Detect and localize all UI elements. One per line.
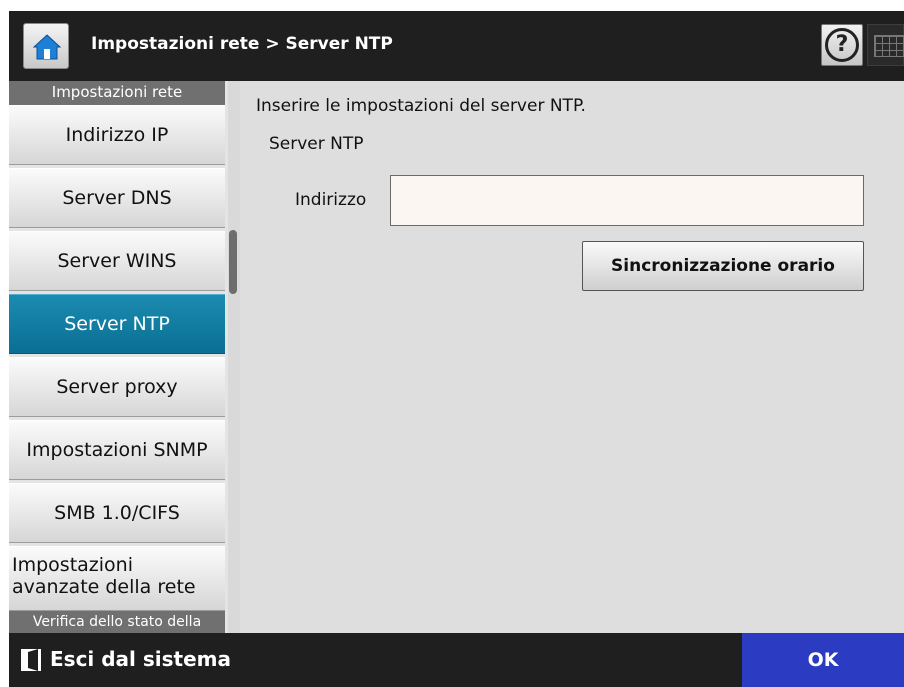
help-button[interactable]: ? — [821, 24, 863, 66]
logout-label: Esci dal sistema — [50, 647, 231, 671]
sidebar-item-server-ntp[interactable]: Server NTP — [9, 294, 225, 354]
instructions-text: Inserire le impostazioni del server NTP. — [256, 96, 586, 116]
ok-button[interactable]: OK — [742, 633, 904, 687]
sidebar-group-header-next: Verifica dello stato della — [9, 611, 225, 633]
app-window: Impostazioni rete > Server NTP ? Imposta… — [9, 11, 904, 687]
sync-time-button[interactable]: Sincronizzazione orario — [582, 241, 864, 291]
section-title: Server NTP — [269, 134, 364, 154]
address-label: Indirizzo — [295, 190, 367, 210]
logout-button[interactable]: Esci dal sistema — [9, 633, 240, 687]
sidebar: Impostazioni rete Indirizzo IP Server DN… — [9, 81, 240, 633]
keyboard-button[interactable] — [867, 24, 904, 66]
footer-bar: Esci dal sistema OK — [9, 633, 904, 687]
sidebar-scrollbar[interactable] — [228, 81, 240, 633]
sidebar-scrollbar-thumb[interactable] — [229, 230, 237, 294]
sidebar-item-impostazioni-snmp[interactable]: Impostazioni SNMP — [9, 420, 225, 480]
sidebar-item-indirizzo-ip[interactable]: Indirizzo IP — [9, 105, 225, 165]
sidebar-item-smb-cifs[interactable]: SMB 1.0/CIFS — [9, 483, 225, 543]
address-input[interactable] — [390, 175, 864, 226]
sidebar-item-impostazioni-avanzate[interactable]: Impostazioni avanzate della rete — [9, 546, 225, 611]
home-icon — [32, 34, 62, 60]
header-bar: Impostazioni rete > Server NTP ? — [9, 11, 904, 81]
main-panel: Inserire le impostazioni del server NTP.… — [240, 81, 904, 633]
keyboard-icon — [874, 35, 904, 57]
sidebar-group-header: Impostazioni rete — [9, 81, 225, 105]
sidebar-item-server-dns[interactable]: Server DNS — [9, 168, 225, 228]
breadcrumb: Impostazioni rete > Server NTP — [91, 34, 393, 54]
sidebar-item-server-wins[interactable]: Server WINS — [9, 231, 225, 291]
sidebar-item-server-proxy[interactable]: Server proxy — [9, 357, 225, 417]
home-button[interactable] — [23, 23, 69, 69]
logout-icon — [21, 649, 41, 671]
help-icon: ? — [825, 28, 859, 62]
